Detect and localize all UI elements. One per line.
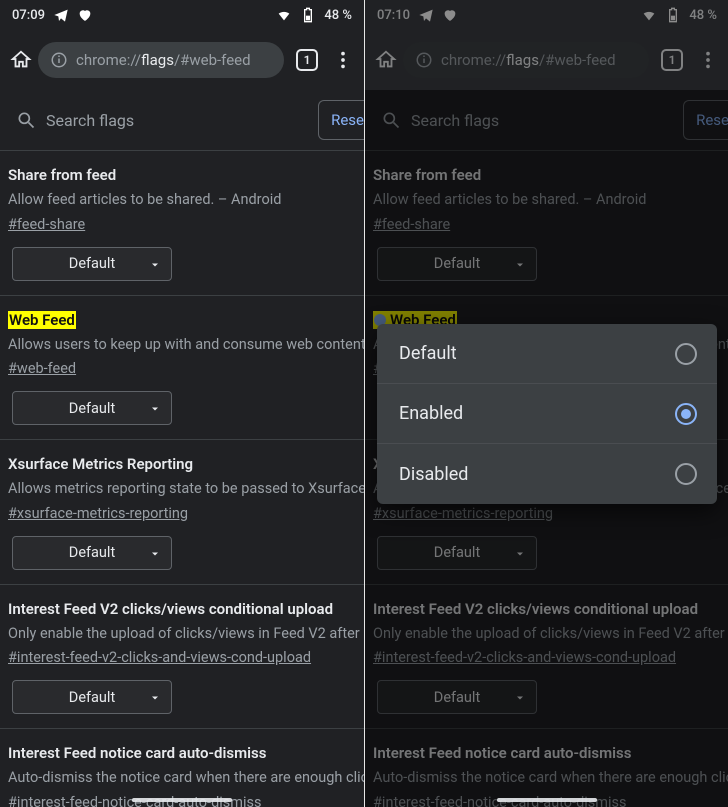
- flag-description: Only enable the upload of clicks/views i…: [373, 624, 728, 644]
- site-info-icon[interactable]: [50, 51, 68, 69]
- popup-option-label: Disabled: [399, 464, 468, 485]
- flag-description: Only enable the upload of clicks/views i…: [8, 624, 364, 644]
- status-time: 07:10: [377, 8, 410, 23]
- flag-item: Web Feed Allows users to keep up with and…: [0, 296, 364, 441]
- tab-switcher[interactable]: 1: [296, 49, 318, 71]
- gesture-nav-handle[interactable]: [132, 798, 232, 802]
- flag-title: Interest Feed V2 clicks/views conditiona…: [8, 600, 333, 618]
- flags-search-input[interactable]: Search flags: [10, 100, 314, 140]
- chrome-toolbar: chrome://flags/#web-feed 1: [365, 30, 728, 90]
- reset-all-button[interactable]: Rese: [318, 100, 364, 140]
- flag-anchor-link[interactable]: #xsurface-metrics-reporting: [8, 505, 188, 522]
- heart-icon: [442, 7, 458, 23]
- flag-item: Share from feed Allow feed articles to be…: [365, 151, 728, 296]
- flag-value-dropdown[interactable]: Default: [377, 536, 537, 570]
- wifi-icon: [641, 7, 657, 23]
- flag-anchor-link[interactable]: #interest-feed-v2-clicks-and-views-cond-…: [373, 649, 676, 666]
- omnibox[interactable]: chrome://flags/#web-feed: [38, 42, 284, 78]
- search-icon: [16, 110, 36, 130]
- flag-item: Interest Feed notice card auto-dismiss Au…: [365, 729, 728, 807]
- home-button[interactable]: [10, 49, 32, 71]
- flag-value-dropdown[interactable]: Default: [12, 391, 172, 425]
- flag-description: Allows metrics reporting state to be pas…: [8, 479, 364, 499]
- flag-item: Interest Feed V2 clicks/views conditiona…: [0, 585, 364, 730]
- gesture-nav-handle[interactable]: [497, 798, 597, 802]
- flag-title: Interest Feed V2 clicks/views conditiona…: [373, 600, 698, 618]
- status-time: 07:09: [12, 8, 45, 23]
- site-info-icon[interactable]: [415, 51, 433, 69]
- popup-option[interactable]: Enabled: [377, 384, 717, 444]
- chevron-down-icon: [149, 691, 161, 703]
- tab-switcher[interactable]: 1: [661, 49, 683, 71]
- flag-anchor-link[interactable]: #interest-feed-v2-clicks-and-views-cond-…: [8, 649, 311, 666]
- search-icon: [381, 110, 401, 130]
- flags-search-row: Search flags Rese: [0, 90, 364, 151]
- omnibox-url: chrome://flags/#web-feed: [76, 51, 251, 69]
- flag-description: Auto-dismiss the notice card when there …: [8, 768, 364, 788]
- chevron-down-icon: [514, 547, 526, 559]
- chevron-down-icon: [149, 402, 161, 414]
- flag-value-dropdown[interactable]: Default: [12, 536, 172, 570]
- popup-option-label: Default: [399, 343, 457, 364]
- flag-item: Interest Feed V2 clicks/views conditiona…: [365, 585, 728, 730]
- telegram-icon: [418, 7, 434, 23]
- flag-anchor-link[interactable]: #web-feed: [8, 360, 76, 377]
- flag-title: Share from feed: [373, 166, 481, 184]
- flag-item: Interest Feed notice card auto-dismiss Au…: [0, 729, 364, 807]
- flag-title: Interest Feed notice card auto-dismiss: [8, 744, 266, 762]
- flag-value-dropdown[interactable]: Default: [12, 680, 172, 714]
- status-bar: 07:09 48 %: [0, 0, 364, 30]
- flag-value-popup: Default Enabled Disabled: [377, 324, 717, 504]
- screenshot-right: 07:10 48 % chrome://flags/#web-feed 1 Se…: [365, 0, 728, 807]
- status-battery: 48 %: [324, 8, 352, 23]
- flag-anchor-link[interactable]: #feed-share: [8, 216, 85, 233]
- wifi-icon: [276, 7, 292, 23]
- flag-title: Xsurface Metrics Reporting: [8, 455, 193, 473]
- chevron-down-icon: [149, 547, 161, 559]
- telegram-icon: [53, 7, 69, 23]
- flag-title: Web Feed: [8, 311, 76, 329]
- flag-description: Auto-dismiss the notice card when there …: [373, 768, 728, 788]
- search-placeholder: Search flags: [411, 111, 499, 130]
- flag-description: Allows users to keep up with and consume…: [8, 335, 364, 355]
- flag-value-dropdown[interactable]: Default: [377, 680, 537, 714]
- overflow-menu-icon[interactable]: [330, 49, 356, 71]
- status-bar: 07:10 48 %: [365, 0, 728, 30]
- pane-divider: [364, 0, 365, 807]
- reset-all-button[interactable]: Rese: [683, 100, 728, 140]
- heart-icon: [77, 7, 93, 23]
- flag-title: Share from feed: [8, 166, 116, 184]
- flags-search-input[interactable]: Search flags: [375, 100, 679, 140]
- flag-anchor-link[interactable]: #feed-share: [373, 216, 450, 233]
- radio-icon: [675, 403, 697, 425]
- flag-value-dropdown[interactable]: Default: [12, 247, 172, 281]
- chevron-down-icon: [514, 691, 526, 703]
- status-battery: 48 %: [689, 8, 717, 23]
- flag-value-dropdown[interactable]: Default: [377, 247, 537, 281]
- home-button[interactable]: [375, 49, 397, 71]
- flag-title: Interest Feed notice card auto-dismiss: [373, 744, 631, 762]
- battery-icon: [300, 7, 316, 23]
- flag-item: Xsurface Metrics Reporting Allows metrics…: [0, 440, 364, 585]
- battery-icon: [665, 7, 681, 23]
- flag-description: Allow feed articles to be shared. – Andr…: [8, 190, 364, 210]
- chrome-toolbar: chrome://flags/#web-feed 1: [0, 30, 364, 90]
- search-placeholder: Search flags: [46, 111, 134, 130]
- popup-option[interactable]: Disabled: [377, 444, 717, 504]
- omnibox-url: chrome://flags/#web-feed: [441, 51, 616, 69]
- omnibox[interactable]: chrome://flags/#web-feed: [403, 42, 649, 78]
- flags-search-row: Search flags Rese: [365, 90, 728, 151]
- radio-icon: [675, 343, 697, 365]
- popup-option-label: Enabled: [399, 403, 463, 424]
- chevron-down-icon: [149, 258, 161, 270]
- radio-icon: [675, 463, 697, 485]
- flag-description: Allow feed articles to be shared. – Andr…: [373, 190, 728, 210]
- flag-item: Share from feed Allow feed articles to be…: [0, 151, 364, 296]
- popup-option[interactable]: Default: [377, 324, 717, 384]
- flag-anchor-link[interactable]: #xsurface-metrics-reporting: [373, 505, 553, 522]
- chevron-down-icon: [514, 258, 526, 270]
- screenshot-left: 07:09 48 % chrome://flags/#web-feed 1 Se…: [0, 0, 364, 807]
- overflow-menu-icon[interactable]: [695, 49, 721, 71]
